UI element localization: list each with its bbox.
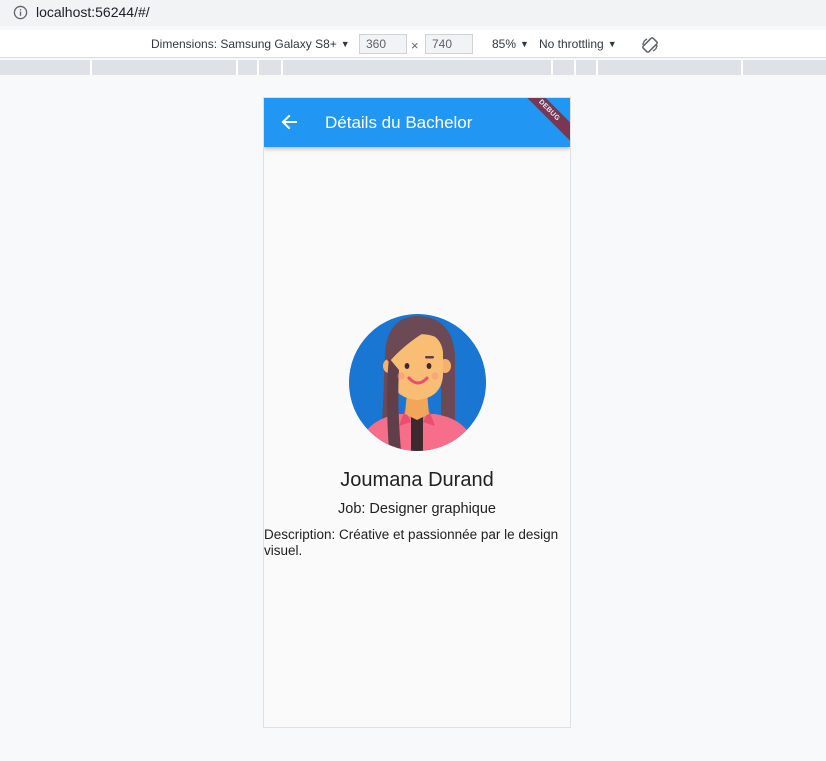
bachelor-description: Description: Créative et passionnée par … [264, 527, 559, 558]
ruler-divider [281, 60, 283, 75]
device-dimensions-dropdown[interactable]: Dimensions: Samsung Galaxy S8+ ▼ [151, 37, 350, 52]
avatar [349, 314, 486, 451]
ruler-divider [596, 60, 598, 75]
dropdown-caret-icon: ▼ [607, 39, 617, 49]
browser-address-bar: localhost:56244/#/ [0, 0, 826, 26]
ruler-divider [741, 60, 743, 75]
zoom-label: 85% [492, 37, 517, 51]
throttling-label: No throttling [539, 37, 604, 51]
throttling-dropdown[interactable]: No throttling ▼ [539, 37, 617, 52]
device-dimensions-label: Dimensions: Samsung Galaxy S8+ [151, 37, 337, 51]
bachelor-job: Job: Designer graphique [338, 501, 496, 517]
app-bar: Détails du Bachelor [264, 98, 570, 147]
dropdown-caret-icon: ▼ [340, 39, 350, 49]
back-arrow-icon[interactable] [280, 113, 298, 131]
ruler-divider [90, 60, 92, 75]
url-text[interactable]: localhost:56244/#/ [36, 4, 150, 21]
page-title: Détails du Bachelor [325, 113, 473, 132]
media-query-ruler[interactable] [0, 60, 826, 75]
dropdown-caret-icon: ▼ [520, 39, 529, 49]
dimension-separator: × [411, 38, 419, 53]
width-input[interactable]: 360 [359, 34, 407, 54]
bachelor-name: Joumana Durand [340, 469, 494, 491]
device-toolbar: Dimensions: Samsung Galaxy S8+ ▼ 360 × 74… [0, 30, 826, 58]
ruler-divider [551, 60, 553, 75]
woman-avatar-illustration [349, 314, 486, 451]
zoom-dropdown[interactable]: 85% ▼ [492, 37, 529, 52]
device-viewport: Détails du Bachelor DEBUG Joumana Durand… [263, 97, 571, 728]
ruler-divider [236, 60, 238, 75]
rotate-icon[interactable] [641, 36, 659, 54]
info-icon[interactable] [13, 5, 28, 20]
height-input[interactable]: 740 [425, 34, 473, 54]
ruler-divider [574, 60, 576, 75]
ruler-divider [257, 60, 259, 75]
